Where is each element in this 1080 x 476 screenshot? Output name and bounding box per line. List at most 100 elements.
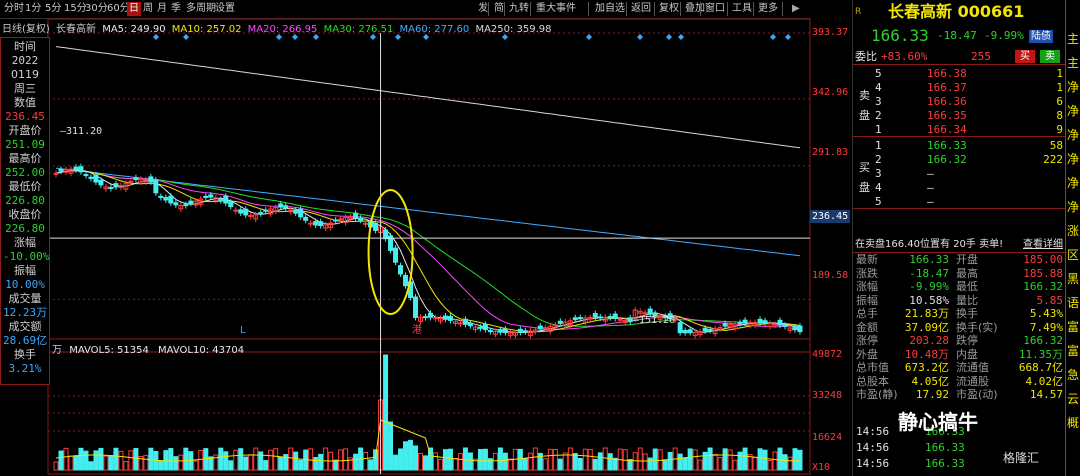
side-tab[interactable]: 云: [1067, 392, 1079, 406]
volume-bar: [722, 448, 728, 471]
side-tab[interactable]: 富: [1067, 344, 1079, 358]
candle: [173, 202, 179, 206]
candle: [442, 315, 448, 320]
volume-bar: [383, 354, 389, 471]
stat-value: 203.28: [909, 334, 949, 347]
kline-chart[interactable]: —311.20 —151.20 L 港 393.37 342.96 291.83 236.4…: [0, 0, 852, 476]
side-tab[interactable]: 涨: [1067, 224, 1079, 238]
volume-bar: [228, 460, 234, 471]
volume-bar: [637, 447, 643, 471]
candle: [642, 312, 648, 315]
volume-bar: [108, 455, 114, 471]
candle: [153, 179, 159, 194]
candle: [737, 321, 743, 324]
stat-label: 金额: [856, 320, 878, 334]
volume-bar: [113, 447, 119, 471]
cursor-info-panel: 时间 2022 0119 周三 数值 236.45 开盘价 251.09 最高价 252.00 最低…: [0, 37, 50, 385]
side-tab[interactable]: 净: [1067, 200, 1079, 214]
volume-bar: [293, 451, 299, 471]
volume-bar: [477, 449, 483, 471]
side-tab[interactable]: 净: [1067, 104, 1079, 118]
bid-price: 166.33: [927, 139, 967, 152]
lugu-badge: 陆债: [1029, 30, 1053, 43]
volume-bar: [413, 445, 419, 471]
stat-label: 外盘: [856, 347, 878, 361]
stat-value: 166.32: [1023, 280, 1063, 293]
stat-value: -9.99%: [909, 280, 949, 293]
side-tab[interactable]: 净: [1067, 80, 1079, 94]
l-marker: L: [240, 325, 246, 336]
volume-bar: [797, 449, 803, 471]
ma20-line: [55, 170, 800, 330]
candle: [203, 195, 209, 198]
candle: [557, 320, 563, 324]
stat-label: 开盘: [956, 253, 978, 266]
volume-bar: [762, 449, 768, 471]
side-tab[interactable]: 主: [1067, 32, 1079, 46]
volume-bar: [233, 449, 239, 471]
notice-detail-link[interactable]: 查看详细: [1023, 238, 1063, 252]
bid-price: —: [927, 167, 934, 180]
volume-bar: [742, 447, 748, 471]
candle: [647, 308, 653, 315]
volume-bar: [492, 452, 498, 471]
stat-label: 流通股: [956, 374, 989, 388]
info-label-11: 换手: [14, 348, 36, 361]
stat-label: 振幅: [856, 293, 878, 307]
volume-bar: [697, 459, 703, 471]
volume-bar: [732, 459, 738, 471]
divider: [853, 208, 1065, 209]
stat-label: 换手(实): [956, 320, 998, 334]
info-value-7: -10.00%: [3, 250, 50, 263]
candle: [572, 317, 578, 321]
side-tab[interactable]: 主: [1067, 56, 1079, 70]
chart-grid: [47, 18, 811, 475]
info-label-3: 开盘价: [8, 124, 42, 137]
volume-bar: [687, 448, 693, 471]
stat-value: 166.32: [1023, 334, 1063, 347]
stat-label: 量比: [956, 293, 978, 307]
stat-label: 内盘: [956, 347, 978, 361]
candle: [283, 205, 289, 209]
ma30-line: [55, 170, 801, 327]
side-tab[interactable]: 净: [1067, 176, 1079, 190]
ma5-value: MA5: 249.90: [102, 24, 166, 35]
buy-button[interactable]: 买: [1015, 50, 1035, 63]
side-tab[interactable]: 概: [1067, 416, 1079, 430]
stat-value: 4.05亿: [911, 374, 950, 388]
volume-bar: [298, 459, 304, 471]
side-tab[interactable]: 区: [1067, 248, 1079, 262]
candle: [318, 221, 324, 227]
volume-bar: [572, 453, 578, 471]
side-tab[interactable]: 语: [1067, 296, 1079, 310]
mavol5-value: MAVOL5: 51354: [69, 345, 149, 356]
side-tab[interactable]: 黑: [1067, 272, 1079, 286]
volume-bar: [88, 461, 94, 471]
buy-side-label: 买 盘: [859, 161, 870, 194]
sell-button[interactable]: 卖: [1040, 50, 1060, 63]
volume-bar: [308, 448, 314, 471]
info-label-6: 收盘价: [8, 208, 42, 221]
candle: [393, 247, 399, 263]
side-tab[interactable]: 富: [1067, 320, 1079, 334]
volume-bar: [667, 452, 673, 471]
side-tab[interactable]: 净: [1067, 152, 1079, 166]
candle: [777, 319, 783, 326]
mavol10-value: MAVOL10: 43704: [158, 345, 245, 356]
volume-bar: [123, 461, 129, 471]
volume-bar: [128, 450, 134, 471]
weibi-value: +83.60%: [881, 50, 928, 63]
side-tab[interactable]: 净: [1067, 128, 1079, 142]
candle: [333, 219, 339, 222]
last-price: 166.33: [871, 26, 929, 45]
side-tab[interactable]: 急: [1067, 368, 1079, 382]
info-value-9: 12.23万: [3, 306, 48, 319]
candle: [522, 330, 528, 333]
volume-bar: [717, 457, 723, 471]
divider: [853, 64, 1065, 65]
volume-legend: 万 MAVOL5: 51354 MAVOL10: 43704: [52, 341, 244, 356]
candle: [627, 317, 633, 323]
candle: [303, 216, 309, 221]
high-price-label: —311.20: [60, 126, 102, 137]
info-value-2: 236.45: [5, 110, 45, 123]
